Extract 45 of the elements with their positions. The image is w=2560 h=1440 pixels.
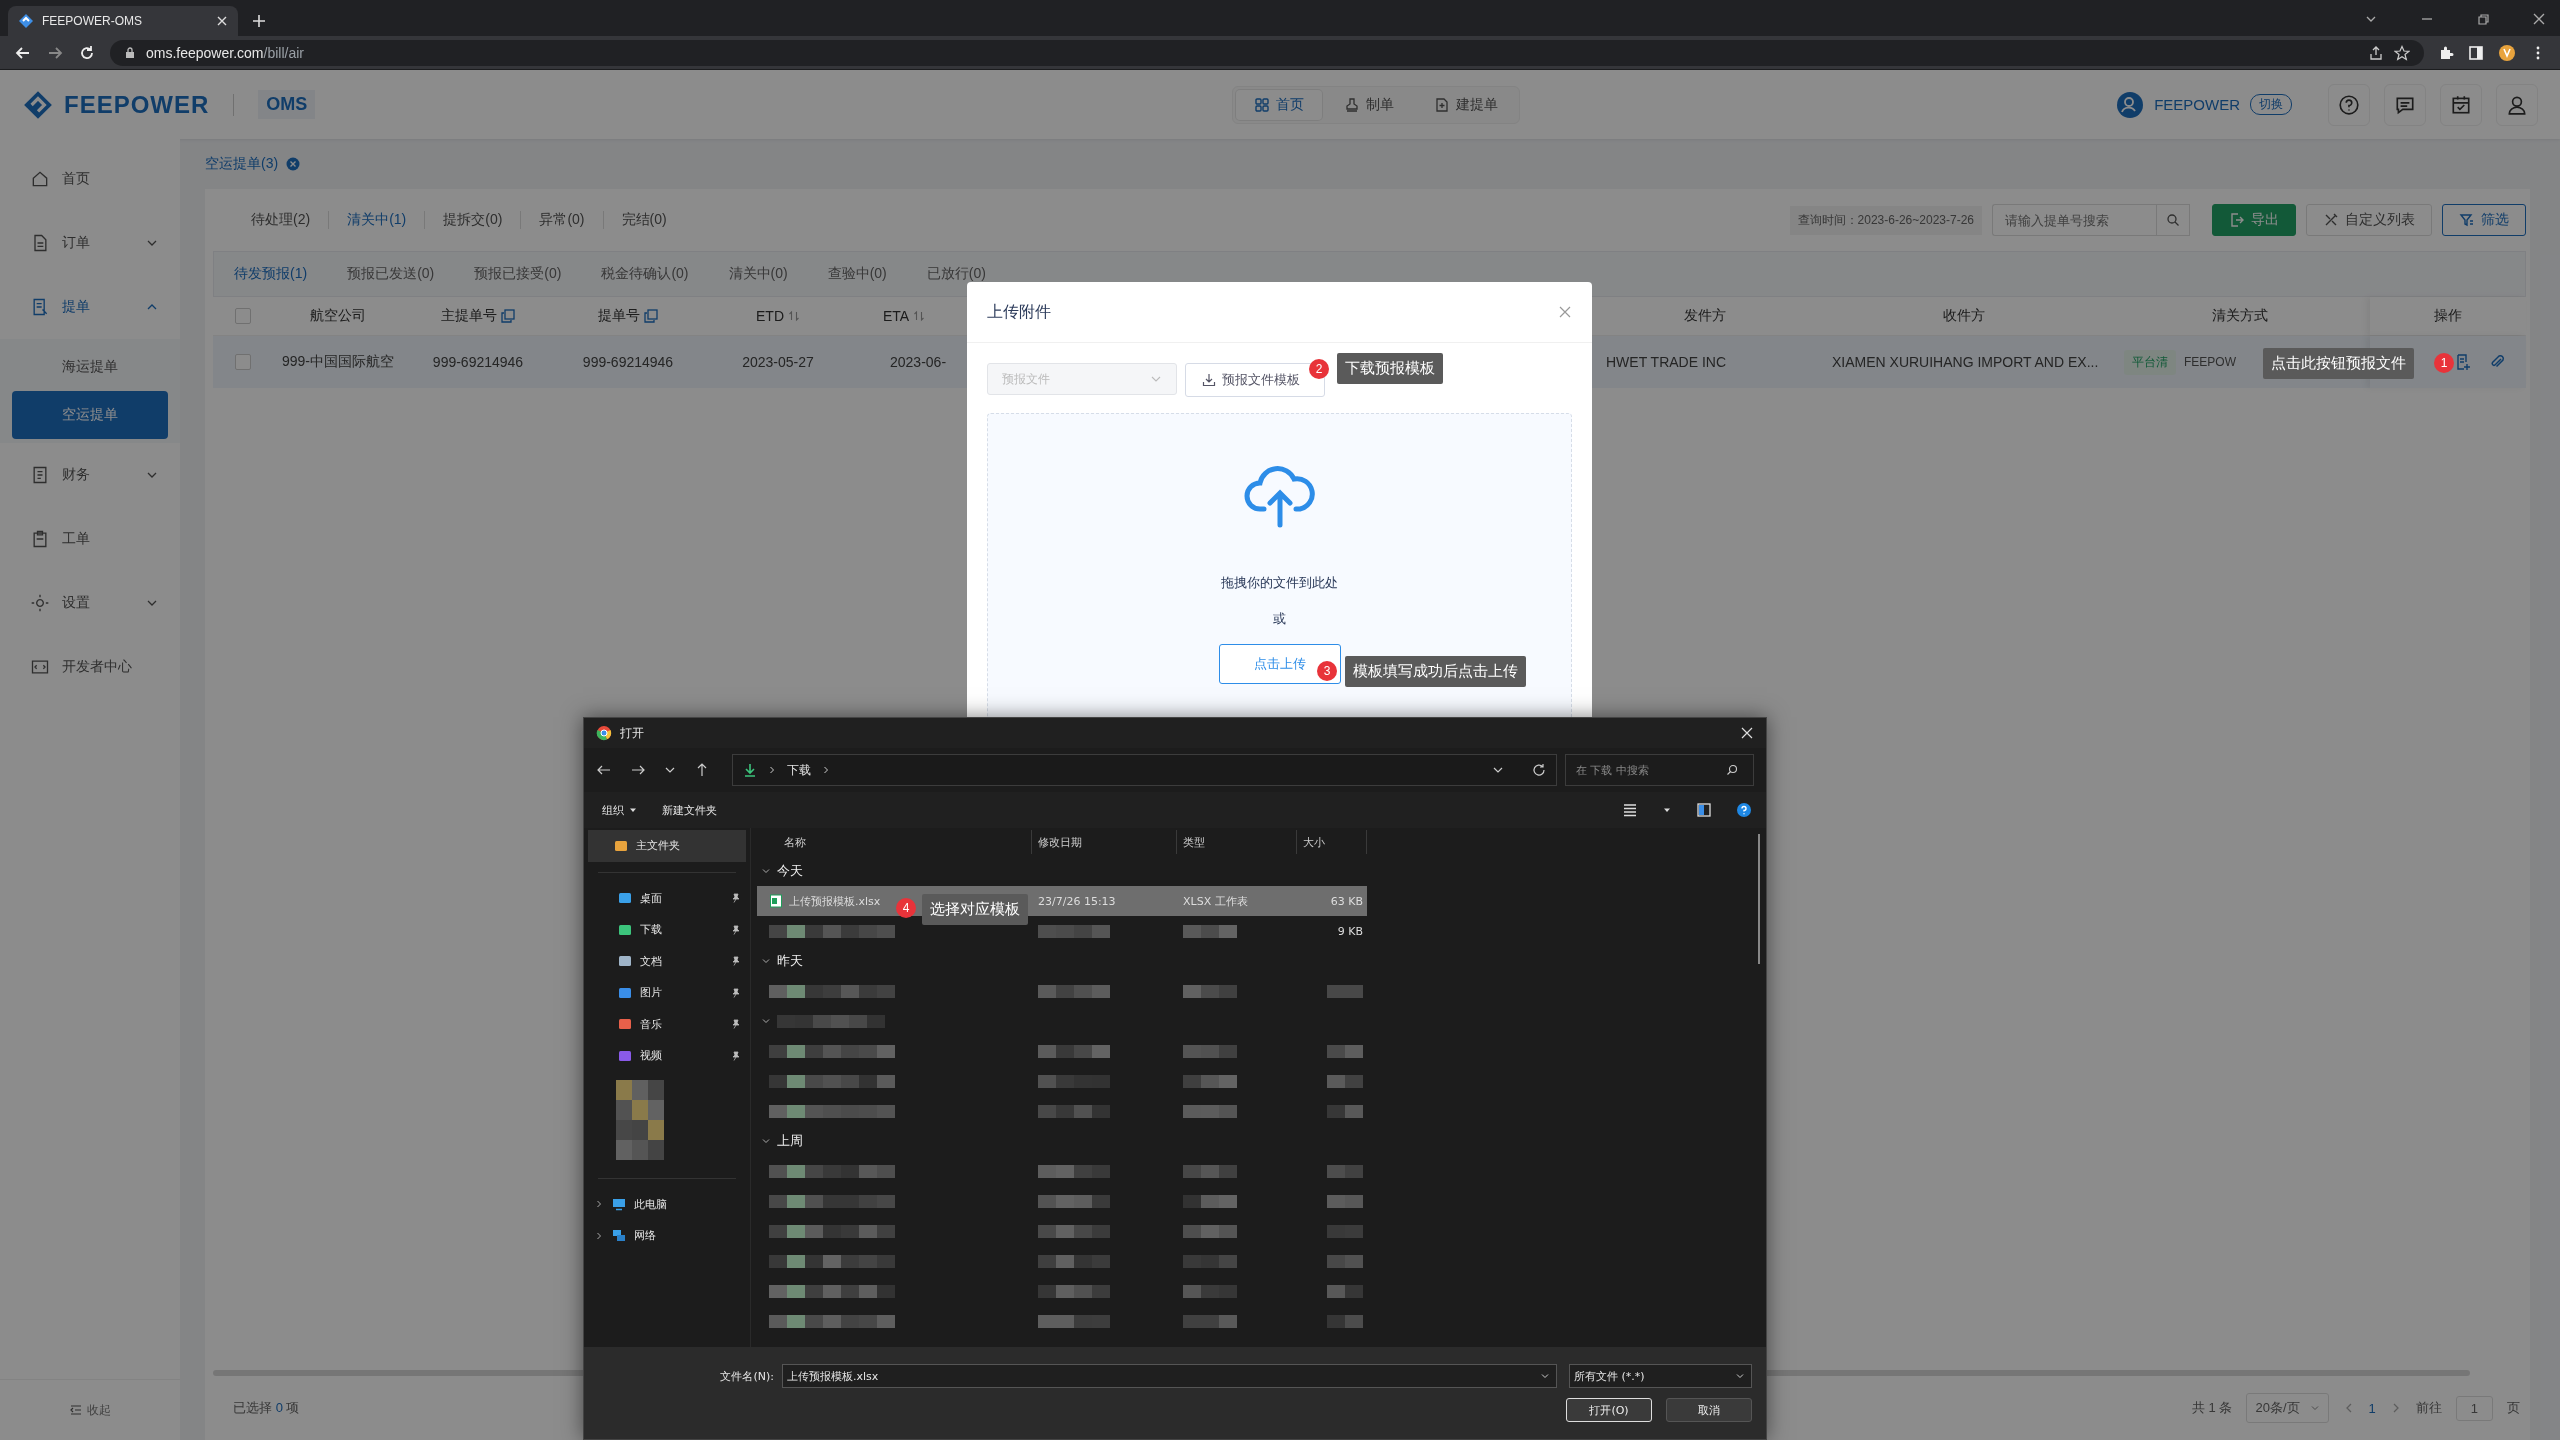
- table-cell: 2023-06-: [890, 354, 947, 370]
- table-cell: 999-69214946: [582, 354, 674, 370]
- dialog-title: 上传附件: [987, 301, 1051, 322]
- dialog-title: 打开: [620, 724, 644, 742]
- query-time: 查询时间：2023-6-26~2023-7-26: [1789, 205, 1982, 235]
- file-size: 9 KB: [1337, 924, 1363, 938]
- file-size: 63 KB: [1330, 894, 1363, 908]
- table-cell: 999-中国国际航空: [282, 353, 394, 371]
- table-cell: FEEPOW: [2184, 355, 2236, 369]
- table-cell: 999-69214946: [432, 354, 524, 370]
- guide-tooltip: 模板填写成功后点击上传: [1345, 656, 1526, 687]
- status-tag: 平台清: [2124, 349, 2176, 375]
- table-cell: XIAMEN XURUIHANG IMPORT AND EX...: [1832, 354, 2099, 370]
- column-header: 航空公司: [310, 307, 366, 325]
- guide-tooltip: 下载预报模板: [1337, 353, 1443, 384]
- group-header: 今天: [777, 862, 803, 880]
- file-name-label: 文件名(N):: [719, 1368, 774, 1384]
- column-header: 发件方: [1684, 307, 1726, 325]
- column-header: ETD: [756, 308, 784, 324]
- drop-hint: 拖拽你的文件到此处: [1221, 574, 1338, 592]
- column-header: 操作: [2434, 307, 2462, 325]
- table-cell: HWET TRADE INC: [1606, 354, 1727, 370]
- logo-text: FEEPOWER: [64, 90, 210, 119]
- column-header: ETA: [882, 308, 910, 324]
- column-header: 收件方: [1943, 307, 1985, 325]
- group-header: 上周: [777, 1132, 803, 1150]
- product-name: OMS: [258, 90, 316, 119]
- group-header: 昨天: [777, 952, 803, 970]
- guide-tooltip: 选择对应模板: [922, 894, 1028, 925]
- company-name: FEEPOWER: [2154, 96, 2240, 113]
- goto-label: 前往: [2415, 1399, 2442, 1417]
- column-header: 提单号: [598, 307, 640, 325]
- guide-tooltip: 点击此按钮预报文件: [2263, 348, 2414, 379]
- total-count: 共 1 条: [2192, 1399, 2233, 1417]
- or-text: 或: [1273, 610, 1286, 628]
- selection-count: 已选择 0 项: [233, 1399, 300, 1417]
- modified-date: 23/7/26 15:13: [1038, 894, 1116, 908]
- table-cell: 2023-05-27: [742, 354, 814, 370]
- file-type: XLSX 工作表: [1183, 893, 1248, 909]
- url-text: oms.feepower.com/bill/air: [146, 45, 304, 61]
- file-name: 上传预报模板.xlsx: [789, 893, 881, 909]
- column-header: 主提单号: [441, 307, 497, 325]
- column-header: 清关方式: [2212, 307, 2268, 325]
- tab-title: FEEPOWER-OMS: [42, 14, 143, 28]
- page-unit: 页: [2507, 1399, 2520, 1417]
